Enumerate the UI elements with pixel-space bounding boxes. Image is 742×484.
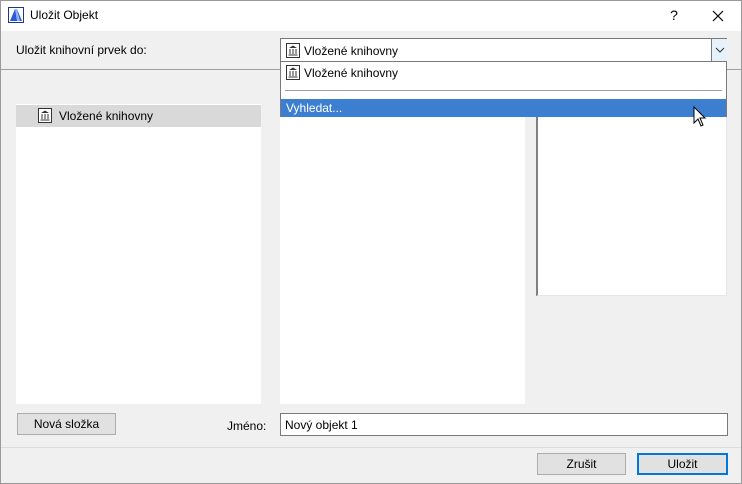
cancel-button[interactable]: Zrušit (537, 453, 626, 475)
archicad-app-icon (8, 7, 24, 23)
tree-item-label: Vložené knihovny (59, 109, 154, 123)
close-button[interactable] (696, 1, 740, 31)
chevron-down-icon (715, 47, 724, 53)
dropdown-item-label: Vložené knihovny (304, 66, 399, 80)
content-list-panel[interactable] (280, 104, 525, 404)
dropdown-item-search[interactable]: Vyhledat... (281, 99, 726, 117)
save-button[interactable]: Uložit (637, 453, 728, 475)
name-label: Jméno: (227, 419, 267, 433)
preview-panel (536, 112, 727, 296)
save-to-selected-value: Vložené knihovny (304, 44, 399, 58)
dropdown-toggle[interactable] (711, 39, 727, 61)
name-input-box (280, 413, 728, 436)
dropdown-item-embedded-libraries[interactable]: Vložené knihovny (281, 62, 726, 86)
tree-item-embedded-libraries[interactable]: Vložené knihovny (16, 105, 261, 127)
window-title: Uložit Objekt (30, 8, 99, 22)
new-folder-button[interactable]: Nová složka (17, 413, 116, 435)
title-bar (1, 1, 741, 31)
save-to-label: Uložit knihovní prvek do: (16, 43, 147, 57)
footer-divider (1, 447, 741, 448)
save-to-dropdown-list: Vložené knihovny Vyhledat... (280, 61, 727, 117)
dropdown-item-label: Vyhledat... (286, 101, 343, 115)
library-building-icon (38, 108, 52, 123)
mouse-pointer-icon (693, 105, 707, 128)
close-icon (712, 10, 724, 22)
folder-tree-panel[interactable] (16, 104, 261, 404)
help-button[interactable]: ? (652, 1, 696, 31)
name-input[interactable] (281, 414, 719, 436)
dropdown-divider (285, 90, 722, 91)
library-building-icon (286, 65, 300, 80)
save-to-select[interactable]: Vložené knihovny (280, 38, 727, 62)
library-building-icon (286, 43, 300, 58)
